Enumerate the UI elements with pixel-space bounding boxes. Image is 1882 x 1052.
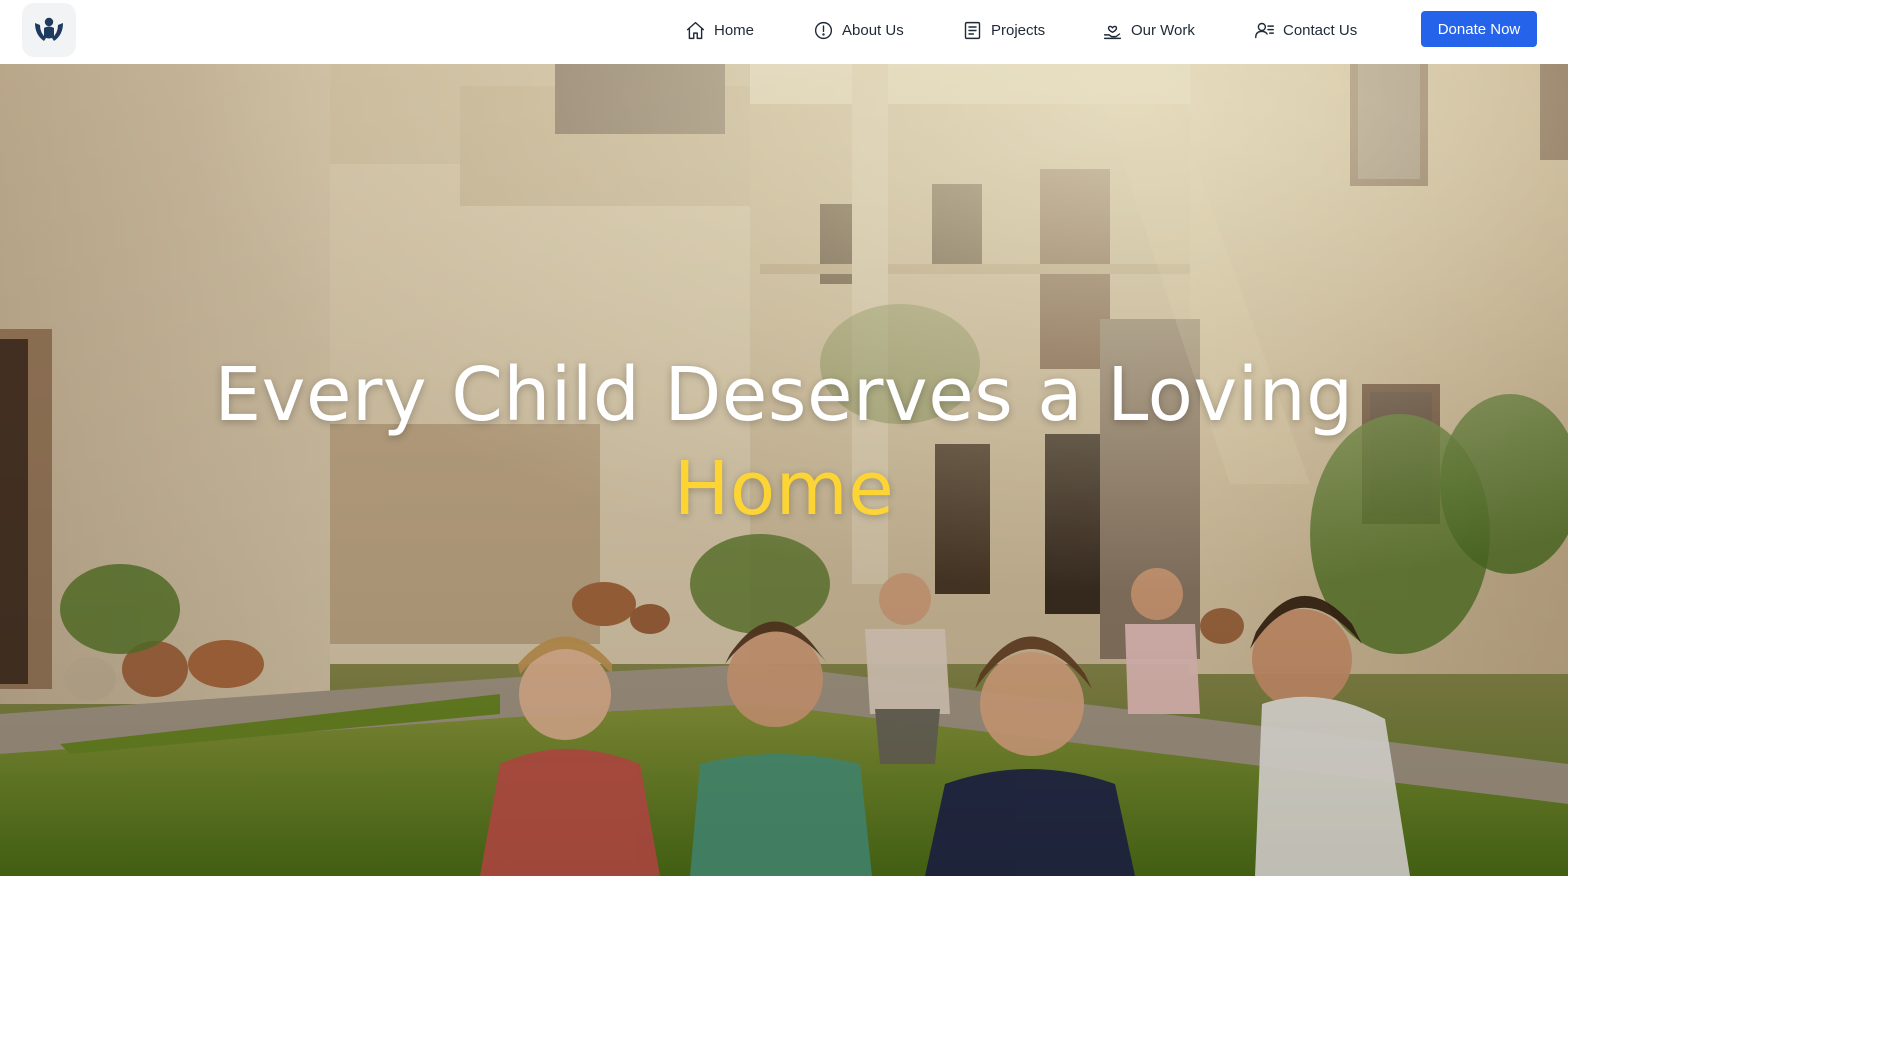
hero-headline-accent: Home: [673, 446, 895, 532]
user-list-icon: [1253, 19, 1275, 41]
nav-item-contact-us[interactable]: Contact Us: [1253, 16, 1357, 44]
hero-headline: Every Child Deserves a Loving Home: [0, 348, 1568, 536]
nav-label-our-work: Our Work: [1131, 21, 1195, 39]
nav-label-home: Home: [714, 21, 755, 39]
site-logo[interactable]: [22, 3, 76, 57]
nav-label-projects: Projects: [991, 21, 1046, 39]
hero-headline-text: Every Child Deserves a Loving: [214, 352, 1354, 438]
nav-item-home[interactable]: Home: [684, 16, 754, 44]
document-list-icon: [961, 19, 983, 41]
donate-now-button[interactable]: Donate Now: [1421, 11, 1537, 47]
hero-section: Every Child Deserves a Loving Home: [0, 64, 1568, 876]
hand-heart-icon: [1101, 19, 1123, 41]
home-icon: [684, 19, 706, 41]
nav-item-about-us[interactable]: About Us: [812, 16, 904, 44]
hands-holding-child-icon: [35, 17, 63, 41]
top-navbar: Home About Us Projects Our Work Contact …: [0, 0, 1568, 64]
nav-label-contact-us: Contact Us: [1283, 21, 1358, 39]
info-circle-icon: [812, 19, 834, 41]
nav-item-projects[interactable]: Projects: [961, 16, 1045, 44]
nav-label-about-us: About Us: [842, 21, 904, 39]
nav-item-our-work[interactable]: Our Work: [1101, 16, 1195, 44]
